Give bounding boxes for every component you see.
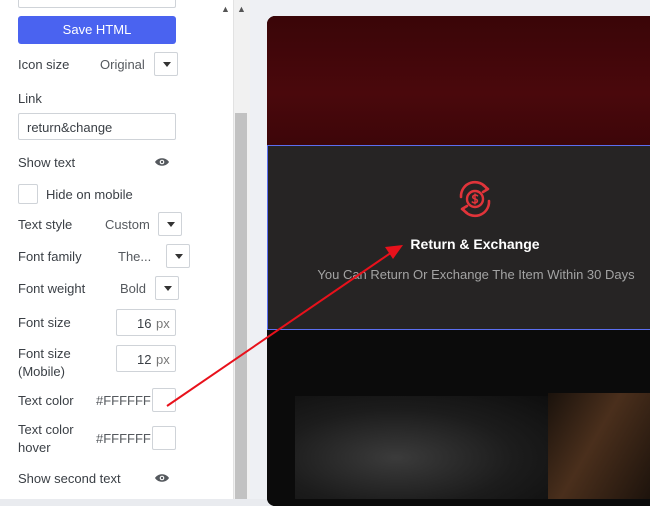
font-size-mobile-label-1: Font size [18,346,71,361]
font-family-dropdown[interactable] [166,244,190,268]
show-text-label: Show text [18,155,76,170]
text-color-hover-value: #FFFFFF [96,431,151,446]
product-side-image [548,393,650,499]
scroll-up-icon[interactable]: ▲ [237,4,246,14]
font-size-mobile-value: 12 [137,352,152,367]
currency-exchange-icon[interactable] [453,177,497,221]
feature-title[interactable]: Return & Exchange [267,236,650,252]
font-size-label: Font size [18,315,71,330]
text-color-hover-swatch[interactable] [152,426,176,450]
link-label: Link [18,91,42,106]
hide-on-mobile-checkbox[interactable] [18,184,38,204]
font-family-value: The... [118,249,152,264]
icon-size-label: Icon size [18,57,70,72]
font-size-mobile-input[interactable]: 12 px [116,345,176,372]
feature-description[interactable]: You Can Return Or Exchange The Item With… [316,266,636,284]
font-size-mobile-unit: px [156,352,170,367]
scroll-up-icon[interactable]: ▲ [221,4,230,14]
font-size-unit: px [156,316,170,331]
text-color-label: Text color [18,393,74,408]
text-color-hover-label-2: hover [18,440,51,455]
text-style-value: Custom [105,217,150,232]
font-size-mobile-label-2: (Mobile) [18,364,65,379]
eye-icon[interactable] [154,157,170,167]
text-style-dropdown[interactable] [158,212,182,236]
icon-size-value: Original [100,57,145,72]
text-color-swatch[interactable] [152,388,176,412]
font-size-input[interactable]: 16 px [116,309,176,336]
link-input[interactable]: return&change [18,113,176,140]
text-color-hover-label-1: Text color [18,422,74,437]
show-second-text-label: Show second text [18,471,121,486]
product-watch-image [295,396,548,499]
font-size-value: 16 [137,316,152,331]
font-weight-dropdown[interactable] [155,276,179,300]
eye-icon[interactable] [154,473,170,483]
font-weight-value: Bold [120,281,147,296]
scrollbar-thumb[interactable] [235,113,247,499]
hide-on-mobile-label: Hide on mobile [46,187,133,202]
font-family-label: Font family [18,249,82,264]
top-input-partial[interactable] [18,0,176,8]
icon-size-dropdown[interactable] [154,52,178,76]
text-color-value: #FFFFFF [96,393,151,408]
link-input-value: return&change [27,120,113,135]
settings-panel: Save HTML Icon size Original Link return… [0,0,233,499]
preview-hero-banner [267,16,650,145]
font-weight-label: Font weight [18,281,86,296]
save-html-button[interactable]: Save HTML [18,16,176,44]
text-style-label: Text style [18,217,73,232]
